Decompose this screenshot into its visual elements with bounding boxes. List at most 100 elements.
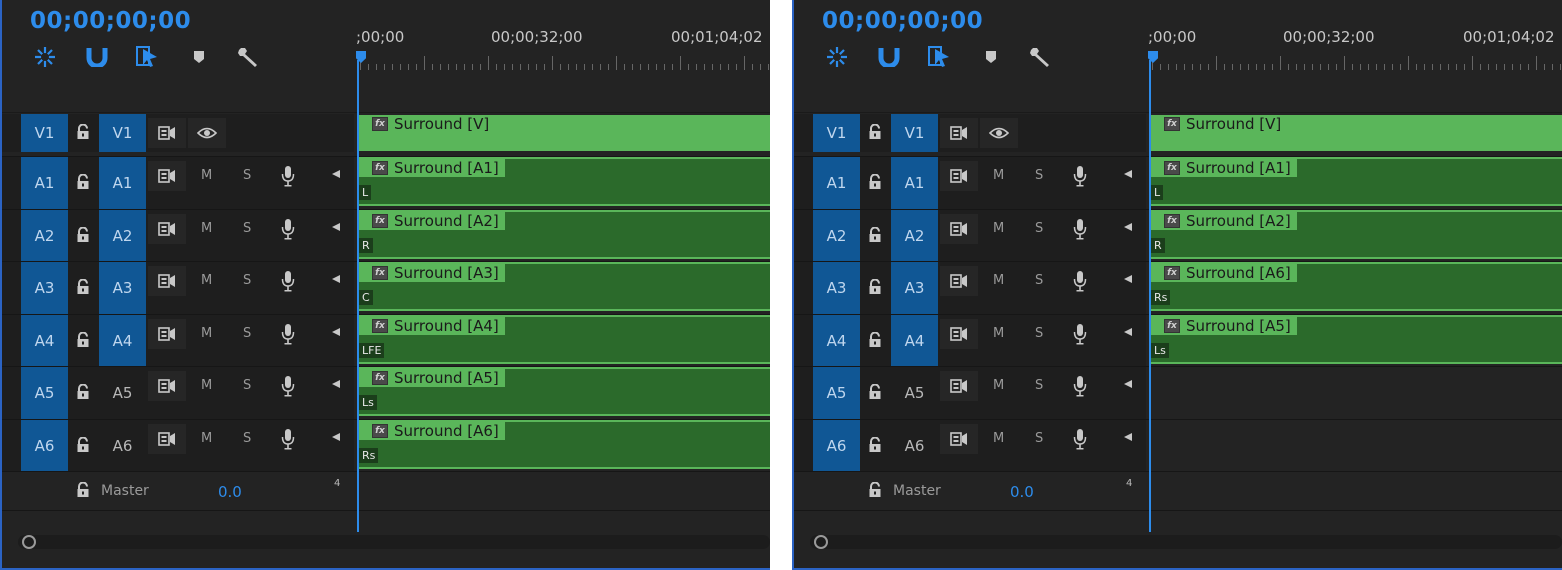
target-track-audio[interactable]: A1 bbox=[891, 157, 938, 209]
source-patch-audio[interactable]: A4 bbox=[21, 315, 68, 367]
linked-selection-icon[interactable] bbox=[926, 44, 952, 70]
audio-clip[interactable]: fx Surround [A1] L bbox=[358, 157, 770, 206]
audio-clip[interactable]: fx Surround [A4] LFE bbox=[358, 315, 770, 364]
solo-button[interactable]: S bbox=[1035, 431, 1043, 446]
master-volume-value[interactable]: 0.0 bbox=[1010, 483, 1034, 501]
add-marker-icon[interactable] bbox=[186, 44, 212, 70]
linked-selection-icon[interactable] bbox=[134, 44, 160, 70]
lock-icon[interactable] bbox=[76, 173, 92, 190]
snap-magnet-icon[interactable] bbox=[876, 44, 902, 70]
target-track-audio[interactable]: A3 bbox=[891, 262, 938, 314]
mute-button[interactable]: M bbox=[993, 168, 1004, 183]
solo-button[interactable]: S bbox=[243, 273, 251, 288]
target-track-audio[interactable]: A3 bbox=[99, 262, 146, 314]
sync-lock-icon[interactable] bbox=[148, 214, 186, 244]
source-patch-audio[interactable]: A5 bbox=[21, 367, 68, 419]
sync-lock-icon[interactable] bbox=[940, 319, 978, 349]
solo-button[interactable]: S bbox=[243, 431, 251, 446]
eye-icon[interactable] bbox=[188, 118, 226, 148]
source-patch-v1[interactable]: V1 bbox=[813, 114, 860, 152]
microphone-icon[interactable] bbox=[281, 428, 295, 450]
sync-lock-icon[interactable] bbox=[940, 161, 978, 191]
microphone-icon[interactable] bbox=[1073, 375, 1087, 397]
target-track-v1[interactable]: V1 bbox=[99, 114, 146, 152]
time-ruler[interactable] bbox=[356, 52, 770, 70]
solo-button[interactable]: S bbox=[243, 168, 251, 183]
horizontal-scrollbar[interactable] bbox=[18, 535, 770, 549]
microphone-icon[interactable] bbox=[281, 218, 295, 240]
ripple-edit-icon[interactable] bbox=[32, 44, 58, 70]
microphone-icon[interactable] bbox=[1073, 428, 1087, 450]
microphone-icon[interactable] bbox=[1073, 323, 1087, 345]
mute-button[interactable]: M bbox=[993, 431, 1004, 446]
video-clip[interactable]: fx Surround [V] bbox=[1150, 115, 1562, 151]
solo-button[interactable]: S bbox=[1035, 326, 1043, 341]
mute-button[interactable]: M bbox=[201, 221, 212, 236]
audio-clip[interactable]: fx Surround [A5] Ls bbox=[358, 367, 770, 416]
microphone-icon[interactable] bbox=[1073, 165, 1087, 187]
microphone-icon[interactable] bbox=[281, 323, 295, 345]
lock-icon[interactable] bbox=[868, 278, 884, 295]
target-track-v1[interactable]: V1 bbox=[891, 114, 938, 152]
source-patch-audio[interactable]: A2 bbox=[21, 210, 68, 262]
playhead-line[interactable] bbox=[357, 60, 359, 532]
lock-icon[interactable] bbox=[76, 436, 92, 453]
microphone-icon[interactable] bbox=[1073, 270, 1087, 292]
audio-clip[interactable]: fx Surround [A5] Ls bbox=[1150, 315, 1562, 364]
sync-lock-icon[interactable] bbox=[148, 424, 186, 454]
mute-button[interactable]: M bbox=[201, 431, 212, 446]
solo-button[interactable]: S bbox=[1035, 221, 1043, 236]
solo-button[interactable]: S bbox=[243, 326, 251, 341]
source-patch-audio[interactable]: A6 bbox=[813, 420, 860, 472]
solo-button[interactable]: S bbox=[1035, 168, 1043, 183]
target-track-audio[interactable]: A4 bbox=[99, 315, 146, 367]
lock-icon[interactable] bbox=[76, 331, 92, 348]
lock-icon[interactable] bbox=[76, 383, 92, 400]
solo-button[interactable]: S bbox=[243, 221, 251, 236]
master-volume-value[interactable]: 0.0 bbox=[218, 483, 242, 501]
source-patch-audio[interactable]: A5 bbox=[813, 367, 860, 419]
audio-clip[interactable]: fx Surround [A6] Rs bbox=[1150, 262, 1562, 311]
mute-button[interactable]: M bbox=[201, 273, 212, 288]
microphone-icon[interactable] bbox=[281, 270, 295, 292]
sync-lock-icon[interactable] bbox=[940, 424, 978, 454]
lock-icon[interactable] bbox=[868, 226, 884, 243]
lock-icon[interactable] bbox=[868, 481, 884, 498]
mute-button[interactable]: M bbox=[993, 378, 1004, 393]
mute-button[interactable]: M bbox=[201, 168, 212, 183]
lock-icon[interactable] bbox=[76, 123, 92, 140]
sync-lock-icon[interactable] bbox=[148, 118, 186, 148]
snap-magnet-icon[interactable] bbox=[84, 44, 110, 70]
lock-icon[interactable] bbox=[868, 383, 884, 400]
sync-lock-icon[interactable] bbox=[148, 266, 186, 296]
target-track-audio[interactable]: A1 bbox=[99, 157, 146, 209]
video-clip[interactable]: fx Surround [V] bbox=[358, 115, 770, 151]
lock-icon[interactable] bbox=[76, 278, 92, 295]
mute-button[interactable]: M bbox=[201, 378, 212, 393]
playhead-timecode[interactable]: 00;00;00;00 bbox=[822, 8, 983, 34]
microphone-icon[interactable] bbox=[1073, 218, 1087, 240]
source-patch-v1[interactable]: V1 bbox=[21, 114, 68, 152]
solo-button[interactable]: S bbox=[1035, 378, 1043, 393]
source-patch-audio[interactable]: A1 bbox=[21, 157, 68, 209]
audio-clip[interactable]: fx Surround [A6] Rs bbox=[358, 420, 770, 469]
horizontal-scrollbar[interactable] bbox=[810, 535, 1562, 549]
target-track-audio[interactable]: A2 bbox=[891, 210, 938, 262]
sync-lock-icon[interactable] bbox=[940, 214, 978, 244]
sync-lock-icon[interactable] bbox=[148, 319, 186, 349]
ripple-edit-icon[interactable] bbox=[824, 44, 850, 70]
solo-button[interactable]: S bbox=[1035, 273, 1043, 288]
audio-clip[interactable]: fx Surround [A3] C bbox=[358, 262, 770, 311]
mute-button[interactable]: M bbox=[993, 273, 1004, 288]
audio-clip[interactable]: fx Surround [A2] R bbox=[358, 210, 770, 259]
solo-button[interactable]: S bbox=[243, 378, 251, 393]
lock-icon[interactable] bbox=[868, 331, 884, 348]
sync-lock-icon[interactable] bbox=[148, 371, 186, 401]
sync-lock-icon[interactable] bbox=[940, 266, 978, 296]
source-patch-audio[interactable]: A2 bbox=[813, 210, 860, 262]
microphone-icon[interactable] bbox=[281, 375, 295, 397]
add-marker-icon[interactable] bbox=[978, 44, 1004, 70]
mute-button[interactable]: M bbox=[993, 326, 1004, 341]
eye-icon[interactable] bbox=[980, 118, 1018, 148]
microphone-icon[interactable] bbox=[281, 165, 295, 187]
